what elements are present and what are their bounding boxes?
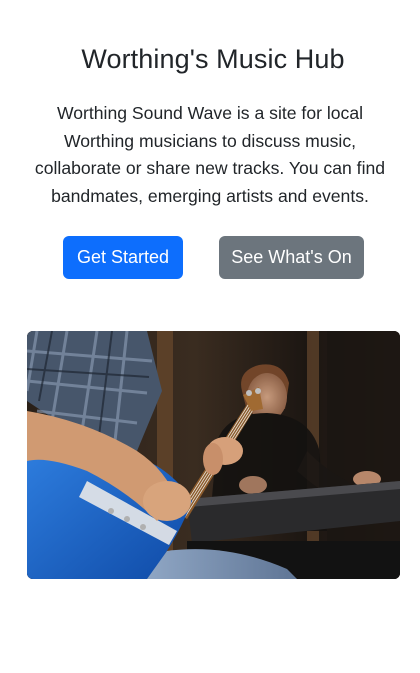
musicians-illustration: [27, 331, 400, 579]
intro-text: Worthing Sound Wave is a site for local …: [34, 103, 386, 206]
hero-photo: [27, 331, 400, 579]
page-title: Worthing's Music Hub: [81, 44, 345, 74]
hero-section: Worthing's Music Hub Worthing Sound Wave…: [0, 0, 420, 673]
get-started-button[interactable]: Get Started: [63, 236, 183, 279]
see-whats-on-button[interactable]: See What's On: [219, 236, 364, 279]
